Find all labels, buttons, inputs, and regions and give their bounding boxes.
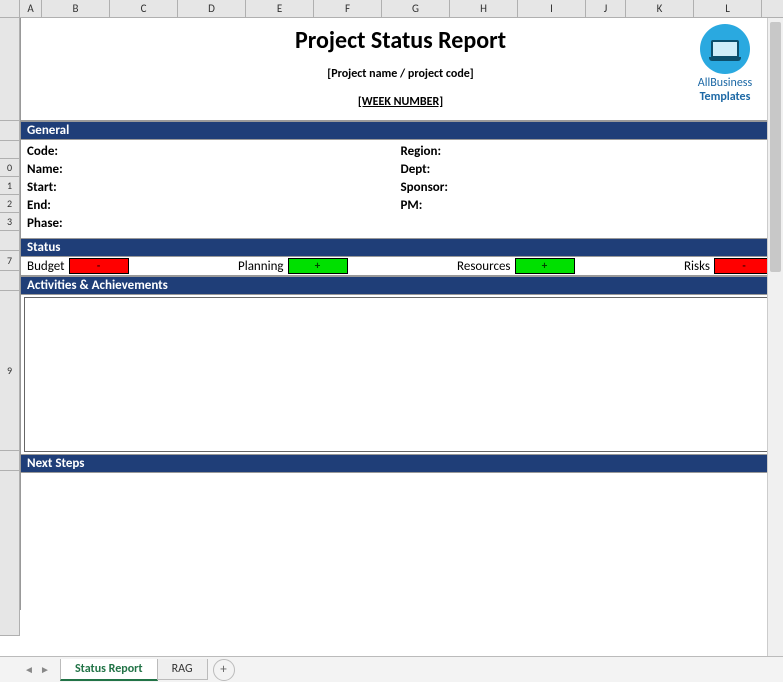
worksheet-grid[interactable]: Project Status Report [Project name / pr… — [20, 18, 783, 636]
status-label-budget: Budget — [27, 259, 65, 274]
field-phase[interactable]: Phase: — [27, 215, 401, 233]
section-general: General — [21, 121, 780, 140]
section-status: Status — [21, 238, 780, 257]
general-right-col: Region: Dept: Sponsor: PM: — [401, 143, 775, 233]
row-header[interactable]: 0 — [0, 159, 19, 177]
activities-content[interactable] — [24, 297, 777, 452]
title-block: Project Status Report [Project name / pr… — [21, 18, 780, 121]
project-name-placeholder: [Project name / project code] — [21, 67, 780, 81]
logo: AllBusiness Templates — [680, 24, 770, 104]
col-G[interactable]: G — [382, 0, 450, 17]
row-header[interactable] — [0, 18, 19, 121]
col-K[interactable]: K — [626, 0, 694, 17]
field-pm[interactable]: PM: — [401, 197, 775, 215]
col-J[interactable]: J — [586, 0, 626, 17]
tab-nav-next-icon[interactable]: ► — [38, 662, 52, 678]
logo-text-2: Templates — [680, 90, 770, 104]
scrollbar-thumb[interactable] — [770, 22, 781, 272]
row-header[interactable] — [0, 451, 19, 471]
status-label-risks: Risks — [684, 259, 710, 274]
row-headers: 0 1 2 3 7 9 — [0, 18, 20, 636]
row-header[interactable] — [0, 141, 19, 159]
field-start[interactable]: Start: — [27, 179, 401, 197]
field-code[interactable]: Code: — [27, 143, 401, 161]
col-B[interactable]: B — [42, 0, 110, 17]
status-row: Budget - Planning + Resources + Risks - — [21, 257, 780, 276]
vertical-scrollbar[interactable] — [767, 18, 783, 656]
week-number-placeholder: [WEEK NUMBER] — [21, 95, 780, 109]
report-document: Project Status Report [Project name / pr… — [20, 18, 781, 610]
plus-icon: + — [220, 662, 226, 677]
section-activities: Activities & Achievements — [21, 276, 780, 295]
section-next-steps: Next Steps — [21, 454, 780, 473]
logo-icon — [700, 24, 750, 74]
laptop-icon — [711, 40, 739, 58]
row-header[interactable]: 7 — [0, 251, 19, 271]
row-header[interactable]: 2 — [0, 195, 19, 213]
row-header[interactable] — [0, 271, 19, 291]
row-header[interactable]: 9 — [0, 291, 19, 451]
col-E[interactable]: E — [246, 0, 314, 17]
field-region[interactable]: Region: — [401, 143, 775, 161]
col-I[interactable]: I — [518, 0, 586, 17]
general-body: Code: Name: Start: End: Phase: Region: D… — [21, 140, 780, 238]
tab-nav-prev-icon[interactable]: ◄ — [22, 662, 36, 678]
row-header[interactable] — [0, 121, 19, 141]
field-end[interactable]: End: — [27, 197, 401, 215]
report-title: Project Status Report — [21, 26, 780, 55]
status-indicator-budget[interactable]: - — [69, 258, 129, 274]
col-C[interactable]: C — [110, 0, 178, 17]
next-steps-content[interactable] — [24, 475, 777, 610]
status-indicator-risks[interactable]: - — [714, 258, 774, 274]
row-header[interactable]: 3 — [0, 213, 19, 231]
col-H[interactable]: H — [450, 0, 518, 17]
row-header[interactable]: 1 — [0, 177, 19, 195]
row-header[interactable] — [0, 471, 19, 636]
tab-rag[interactable]: RAG — [157, 659, 208, 680]
status-label-planning: Planning — [238, 259, 284, 274]
col-L[interactable]: L — [694, 0, 762, 17]
field-sponsor[interactable]: Sponsor: — [401, 179, 775, 197]
field-dept[interactable]: Dept: — [401, 161, 775, 179]
tab-status-report[interactable]: Status Report — [60, 659, 158, 681]
column-headers: A B C D E F G H I J K L — [0, 0, 783, 18]
col-A[interactable]: A — [20, 0, 42, 17]
tab-nav: ◄ ► — [22, 662, 52, 678]
field-name[interactable]: Name: — [27, 161, 401, 179]
logo-text-1: AllBusiness — [680, 76, 770, 90]
select-all-corner[interactable] — [0, 0, 20, 17]
status-indicator-planning[interactable]: + — [288, 258, 348, 274]
status-indicator-resources[interactable]: + — [515, 258, 575, 274]
status-label-resources: Resources — [457, 259, 510, 274]
sheet-tab-strip: ◄ ► Status Report RAG + — [0, 656, 783, 682]
col-D[interactable]: D — [178, 0, 246, 17]
col-F[interactable]: F — [314, 0, 382, 17]
general-left-col: Code: Name: Start: End: Phase: — [27, 143, 401, 233]
add-sheet-button[interactable]: + — [213, 659, 235, 681]
row-header[interactable] — [0, 231, 19, 251]
